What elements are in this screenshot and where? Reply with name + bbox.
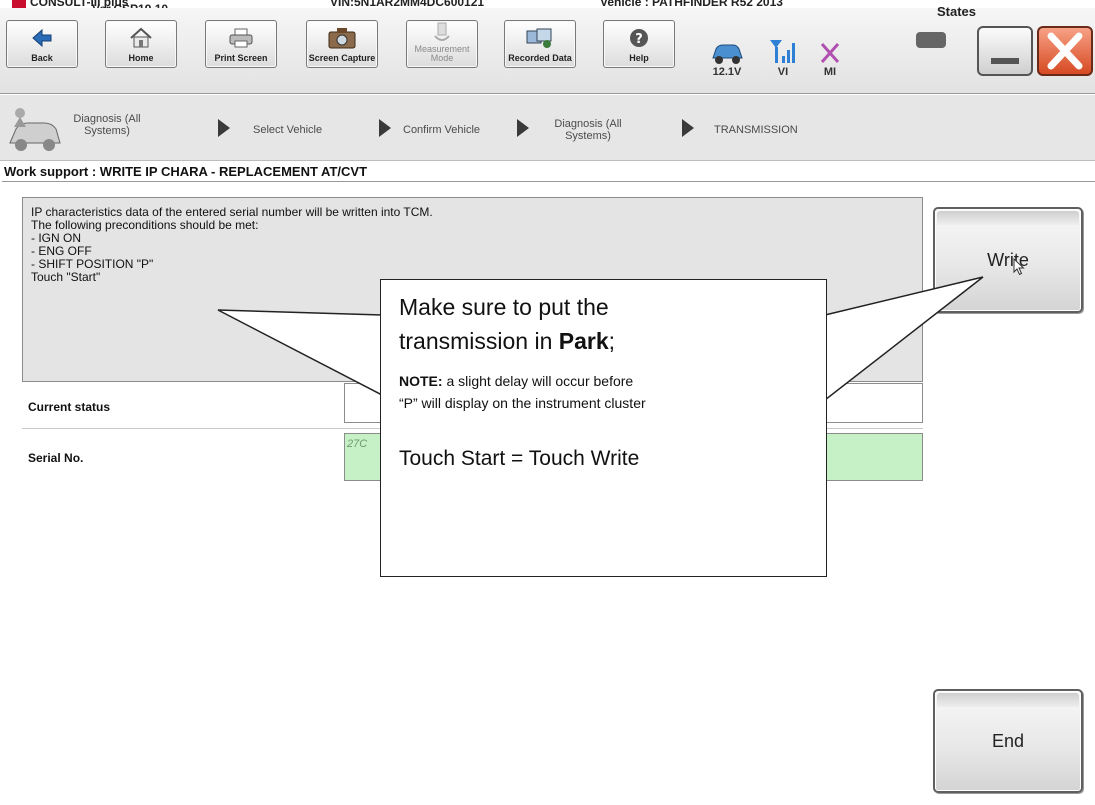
crumb-diagnosis-all-2[interactable]: Diagnosis (All Systems) — [538, 118, 638, 142]
minimize-button[interactable] — [977, 26, 1033, 76]
measurement-mode-button[interactable]: Measurement Mode — [406, 20, 478, 68]
battery-voltage: 12.1V — [712, 66, 742, 78]
measurement-icon — [432, 21, 452, 45]
mi-status: MI — [808, 20, 852, 78]
minimize-icon — [991, 58, 1019, 64]
breadcrumb: Diagnosis (All Systems) Select Vehicle C… — [0, 95, 1095, 161]
end-button[interactable]: End — [933, 689, 1083, 793]
signal-icon — [770, 40, 795, 63]
recorded-data-icon — [525, 21, 555, 54]
instruction-line: The following preconditions should be me… — [31, 218, 259, 232]
consult-logo-icon — [12, 0, 26, 8]
instruction-line: - SHIFT POSITION "P" — [31, 257, 154, 271]
home-button[interactable]: Home — [105, 20, 177, 68]
toolbar: States Back Home Print Screen Screen Cap… — [0, 4, 1095, 94]
callout-line-3: Touch Start = Touch Write — [399, 447, 640, 470]
crumb-arrow-icon — [218, 119, 230, 137]
callout-line-1: Make sure to put the — [399, 294, 609, 320]
instruction-line: - IGN ON — [31, 231, 81, 245]
mouse-pointer-icon — [1013, 258, 1025, 276]
page-title: Work support : WRITE IP CHARA - REPLACEM… — [2, 162, 1095, 182]
print-screen-button[interactable]: Print Screen — [205, 20, 277, 68]
vi-status: VI — [761, 20, 805, 78]
back-button[interactable]: Back — [6, 20, 78, 68]
instruction-callout: Make sure to put the transmission in Par… — [380, 279, 827, 577]
crumb-arrow-icon — [379, 119, 391, 137]
help-icon: ? — [629, 21, 649, 54]
home-icon — [129, 21, 153, 54]
close-icon — [1047, 32, 1083, 70]
crumb-arrow-icon — [682, 119, 694, 137]
crumb-transmission[interactable]: TRANSMISSION — [714, 124, 844, 136]
vi-label: VI — [777, 66, 789, 78]
mi-label: MI — [823, 66, 837, 78]
write-button[interactable]: Write — [933, 207, 1083, 313]
crumb-select-vehicle[interactable]: Select Vehicle — [253, 124, 363, 136]
close-button[interactable] — [1037, 26, 1093, 76]
current-status-label: Current status — [28, 400, 111, 414]
camera-icon — [328, 21, 356, 54]
help-button[interactable]: ? Help — [603, 20, 675, 68]
recorded-data-button[interactable]: Recorded Data — [504, 20, 576, 68]
title-bar: CONSULT-III plus Ver.CSP19.10 VIN:5N1AR2… — [0, 0, 1095, 16]
callout-note: NOTE: a slight delay will occur before “… — [399, 373, 646, 411]
battery-status: 12.1V — [702, 20, 752, 78]
serial-number-label: Serial No. — [28, 451, 84, 465]
crumb-arrow-icon — [517, 119, 529, 137]
back-arrow-icon — [31, 21, 53, 54]
car-diagnosis-icon — [9, 108, 61, 151]
screen-capture-button[interactable]: Screen Capture — [306, 20, 378, 68]
car-icon — [712, 44, 743, 64]
mi-disconnected-icon — [820, 43, 840, 63]
states-indicator-icon — [916, 32, 946, 48]
svg-text:?: ? — [635, 32, 643, 47]
printer-icon — [228, 21, 254, 54]
crumb-diagnosis-all[interactable]: Diagnosis (All Systems) — [72, 113, 142, 137]
crumb-confirm-vehicle[interactable]: Confirm Vehicle — [403, 124, 503, 136]
states-label: States — [937, 4, 977, 19]
callout-line-2: transmission in Park; — [399, 328, 616, 354]
instruction-line: - ENG OFF — [31, 244, 92, 258]
